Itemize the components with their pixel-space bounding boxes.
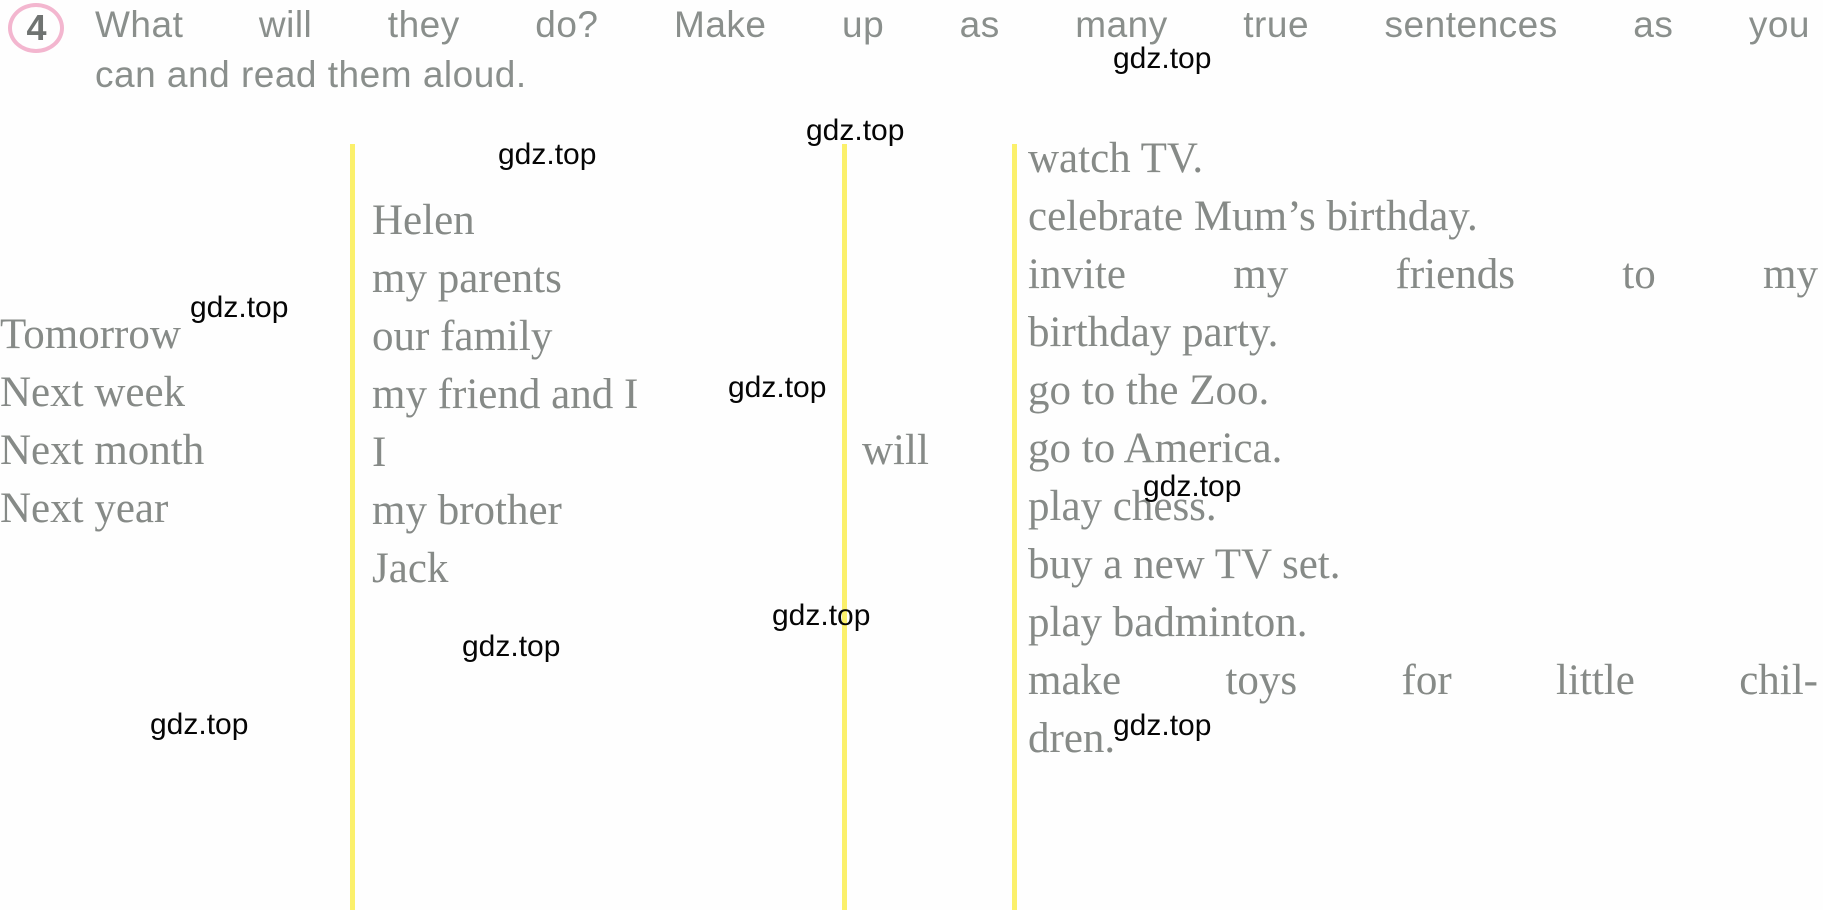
table-column-time: Tomorrow Next week Next month Next year <box>0 306 340 538</box>
table-cell-predicate: go to the Zoo. <box>1028 367 1270 414</box>
watermark-gdz-top: gdz.top <box>1113 709 1212 742</box>
task-number-label: 4 <box>26 7 46 48</box>
column-divider-1 <box>350 144 355 910</box>
watermark-gdz-top: gdz.top <box>190 291 289 324</box>
table-cell-modal: will <box>862 427 929 474</box>
watermark-gdz-top: gdz.top <box>150 708 249 741</box>
table-cell-subject: Helen <box>372 197 475 244</box>
table-cell-subject: my parents <box>372 255 562 302</box>
watermark-gdz-top: gdz.top <box>498 138 597 171</box>
table-cell-predicate: make toys for little chil- <box>1028 657 1818 704</box>
table-cell-subject: Jack <box>372 545 449 592</box>
table-cell-subject: our family <box>372 313 553 360</box>
column-divider-3 <box>1012 144 1017 910</box>
table-cell-time: Next year <box>0 485 169 532</box>
watermark-gdz-top: gdz.top <box>462 630 561 663</box>
task-instruction-line-2: can and read them aloud. <box>95 54 527 95</box>
task-number-badge: 4 <box>8 3 64 53</box>
table-cell-predicate: buy a new TV set. <box>1028 541 1341 588</box>
task-instruction-line-1: What will they do? Make up as many true … <box>95 4 1810 45</box>
watermark-gdz-top: gdz.top <box>772 599 871 632</box>
column-divider-2 <box>842 144 847 910</box>
table-column-modal: will <box>862 422 1002 480</box>
table-cell-predicate: play badminton. <box>1028 599 1308 646</box>
watermark-gdz-top: gdz.top <box>1143 470 1242 503</box>
table-cell-predicate: invite my friends to my <box>1028 251 1818 298</box>
watermark-gdz-top: gdz.top <box>728 371 827 404</box>
substitution-table: Tomorrow Next week Next month Next year … <box>0 130 1823 910</box>
exercise-header: 4 What will they do? Make up as many tru… <box>0 0 1823 120</box>
table-cell-time: Next week <box>0 369 186 416</box>
table-cell-predicate: celebrate Mum’s birthday. <box>1028 193 1478 240</box>
task-instruction-text: What will they do? Make up as many true … <box>95 0 1810 100</box>
table-cell-predicate: birthday party. <box>1028 309 1279 356</box>
table-cell-time: Next month <box>0 427 205 474</box>
table-cell-subject: my brother <box>372 487 562 534</box>
table-cell-time: Tomorrow <box>0 311 181 358</box>
watermark-gdz-top: gdz.top <box>1113 42 1212 75</box>
table-cell-subject: I <box>372 429 387 476</box>
watermark-gdz-top: gdz.top <box>806 114 905 147</box>
table-column-predicate: watch TV. celebrate Mum’s birthday. invi… <box>1028 130 1818 768</box>
table-cell-predicate: watch TV. <box>1028 135 1204 182</box>
